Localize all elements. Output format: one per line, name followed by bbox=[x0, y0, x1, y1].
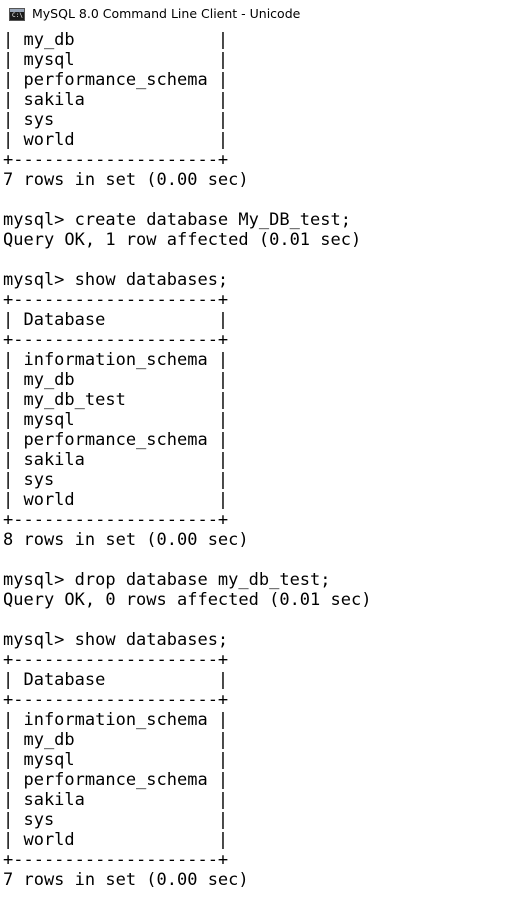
console-window-icon: C:\ bbox=[9, 8, 25, 21]
console-line: | sakila | bbox=[3, 450, 229, 470]
console-line: | performance_schema | bbox=[3, 430, 229, 450]
console-line: +--------------------+ bbox=[3, 150, 229, 170]
console-line: | my_db_test | bbox=[3, 390, 229, 410]
console-line: | world | bbox=[3, 490, 229, 510]
console-line: +--------------------+ bbox=[3, 650, 229, 670]
console-line: | sys | bbox=[3, 110, 229, 130]
console-lines: | my_db | | mysql | | performance_schema |… bbox=[3, 30, 371, 890]
console-line: | Database | bbox=[3, 310, 229, 330]
console-line: mysql> drop database my_db_test; bbox=[3, 570, 331, 590]
console-line: | my_db | bbox=[3, 370, 229, 390]
console-line: | performance_schema | bbox=[3, 770, 229, 790]
console-line: 7 rows in set (0.00 sec) bbox=[3, 870, 249, 890]
console-line: Query OK, 1 row affected (0.01 sec) bbox=[3, 230, 362, 250]
console-line: | sakila | bbox=[3, 790, 229, 810]
console-line: +--------------------+ bbox=[3, 330, 229, 350]
console-line: | sys | bbox=[3, 810, 229, 830]
console-line: | sakila | bbox=[3, 90, 229, 110]
console-line: +--------------------+ bbox=[3, 690, 229, 710]
title-bar[interactable]: C:\ MySQL 8.0 Command Line Client - Unic… bbox=[0, 0, 532, 30]
console-line: mysql> create database My_DB_test; bbox=[3, 210, 351, 230]
console-line: | information_schema | bbox=[3, 710, 229, 730]
console-line: mysql> show databases; bbox=[3, 630, 229, 650]
console-line: | sys | bbox=[3, 470, 229, 490]
console-line: | mysql | bbox=[3, 50, 229, 70]
console-line: 8 rows in set (0.00 sec) bbox=[3, 530, 249, 550]
console-line: +--------------------+ bbox=[3, 850, 229, 870]
console-line: | my_db | bbox=[3, 730, 229, 750]
console-line: | mysql | bbox=[3, 410, 229, 430]
console-line: | mysql | bbox=[3, 750, 229, 770]
console-line: +--------------------+ bbox=[3, 290, 229, 310]
console-output[interactable]: | my_db | | mysql | | performance_schema |… bbox=[0, 30, 532, 901]
mysql-client-window: C:\ MySQL 8.0 Command Line Client - Unic… bbox=[0, 0, 532, 901]
console-line: | world | bbox=[3, 130, 229, 150]
console-line: +--------------------+ bbox=[3, 510, 229, 530]
console-line: mysql> show databases; bbox=[3, 270, 229, 290]
console-line: | performance_schema | bbox=[3, 70, 229, 90]
console-line: | world | bbox=[3, 830, 229, 850]
console-line: | Database | bbox=[3, 670, 229, 690]
console-line: Query OK, 0 rows affected (0.01 sec) bbox=[3, 590, 372, 610]
console-line: | my_db | bbox=[3, 30, 229, 50]
console-line: 7 rows in set (0.00 sec) bbox=[3, 170, 249, 190]
window-title: MySQL 8.0 Command Line Client - Unicode bbox=[32, 6, 301, 21]
console-line: | information_schema | bbox=[3, 350, 229, 370]
